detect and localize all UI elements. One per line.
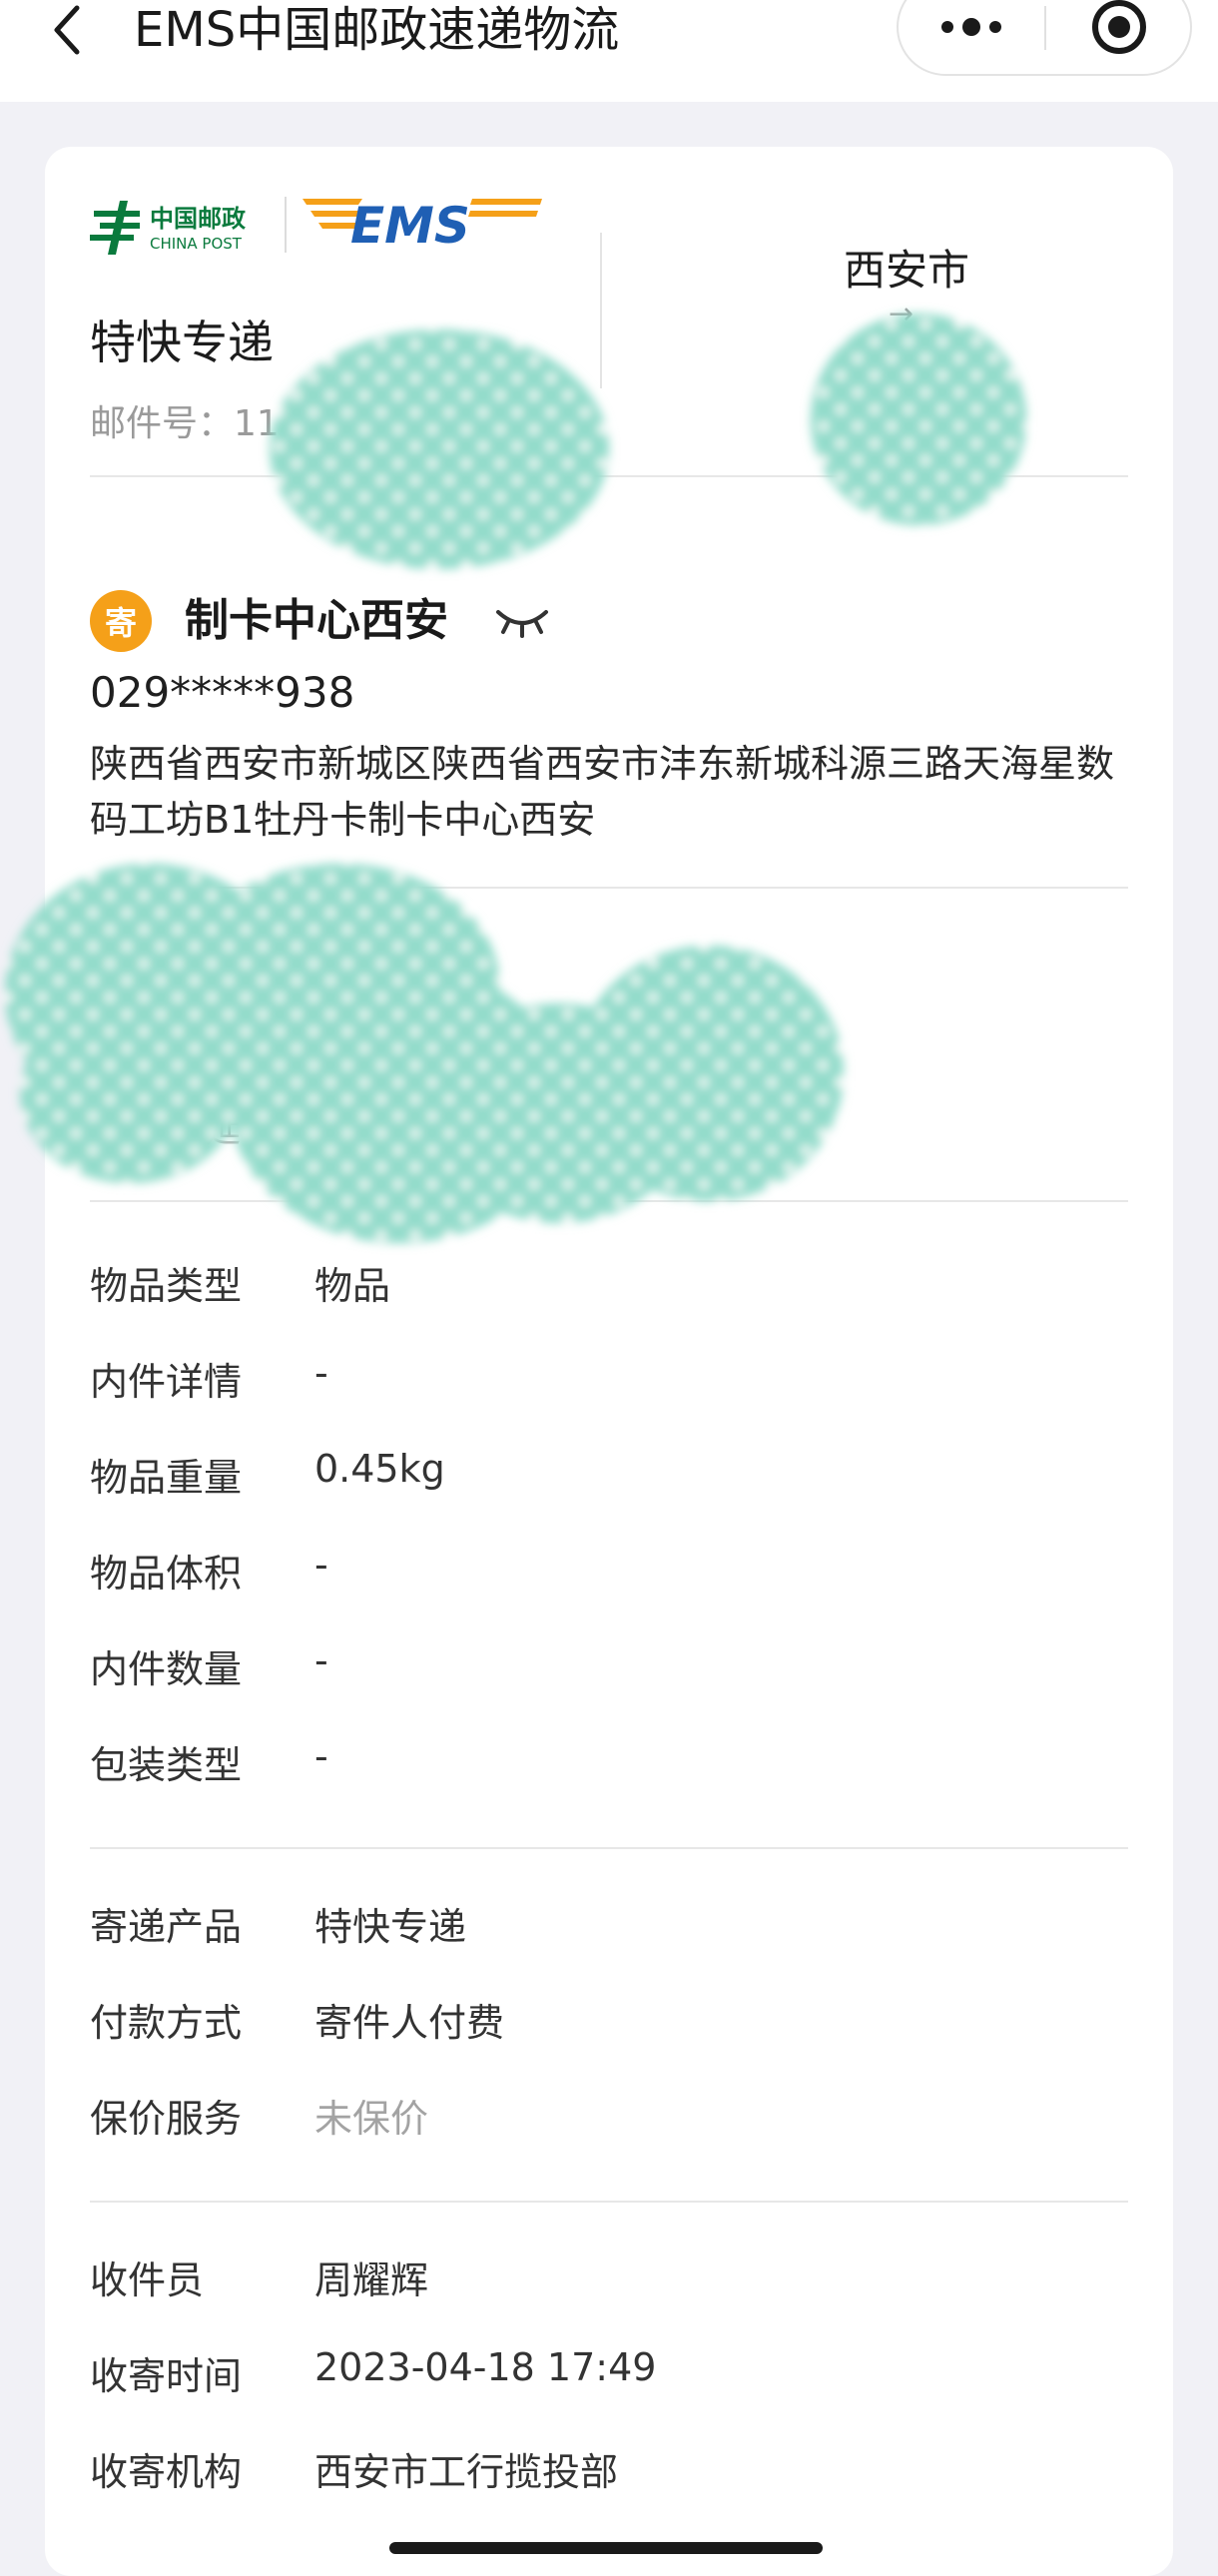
china-post-cn-text: 中国邮政 [150,205,246,233]
sender-phone: 029*****938 [90,668,355,717]
item-volume-value: - [314,1543,328,1587]
mail-number: 邮件号：11 [90,403,280,444]
divider [90,1200,1128,1202]
route-divider [600,233,602,388]
product-name: 特快专递 [90,316,274,369]
item-type-label: 物品类型 [90,1264,243,1308]
item-type-value: 物品 [314,1264,391,1308]
route-arrow: → [889,297,914,331]
insurance-label: 保价服务 [90,2097,243,2141]
ems-logo: EMS [303,193,542,255]
service-product-value: 特快专递 [314,1905,467,1949]
divider [90,475,1128,477]
courier-value: 周耀辉 [314,2258,429,2302]
insurance-value: 未保价 [314,2097,429,2141]
mini-program-capsule [897,0,1192,76]
sender-name: 制卡中心西安 [185,595,448,646]
courier-label: 收件员 [90,2258,205,2302]
collection-office-value: 西安市工行揽投部 [314,2450,619,2494]
collection-office-label: 收寄机构 [90,2450,243,2494]
eye-closed-icon[interactable] [494,604,550,640]
chevron-left-icon[interactable] [46,2,86,58]
item-weight-label: 物品重量 [90,1456,243,1500]
item-volume-label: 物品体积 [90,1552,243,1596]
divider [90,1847,1128,1849]
payment-method-value: 寄件人付费 [314,2001,505,2045]
item-count-value: - [314,1638,328,1682]
packaging-value: - [314,1734,328,1778]
china-post-en-text: CHINA POST [150,235,243,253]
target-circle-icon[interactable] [1046,0,1192,74]
item-count-label: 内件数量 [90,1647,243,1691]
collection-time-label: 收寄时间 [90,2354,243,2398]
sender-badge: 寄 [90,590,152,652]
collection-time-value: 2023-04-18 17:49 [314,2345,657,2389]
service-product-label: 寄递产品 [90,1905,243,1949]
top-nav-bar: EMS中国邮政速递物流 [0,0,1218,102]
china-post-logo: 中国邮政 CHINA POST [90,197,290,259]
item-contents-label: 内件详情 [90,1360,243,1404]
item-weight-value: 0.45kg [314,1447,445,1491]
divider [90,2201,1128,2203]
divider [90,887,1128,889]
destination-city: 西安市 [844,246,970,295]
ems-logo-text: EMS [350,197,470,253]
item-contents-value: - [314,1351,328,1395]
recipient-partial-text: 延 [205,1109,242,1150]
page-title: EMS中国邮政速递物流 [134,2,620,58]
waybill-card: 中国邮政 CHINA POST EMS 特快专递 邮件号：11 西安市 → 寄 … [45,147,1173,2576]
more-dots-icon[interactable] [899,0,1044,74]
payment-method-label: 付款方式 [90,2001,243,2045]
sender-address: 陕西省西安市新城区陕西省西安市沣东新城科源三路天海星数码工坊B1牡丹卡制卡中心西… [90,742,1115,842]
packaging-label: 包装类型 [90,1743,243,1787]
logo-separator [285,197,287,253]
home-indicator[interactable] [389,2542,823,2554]
